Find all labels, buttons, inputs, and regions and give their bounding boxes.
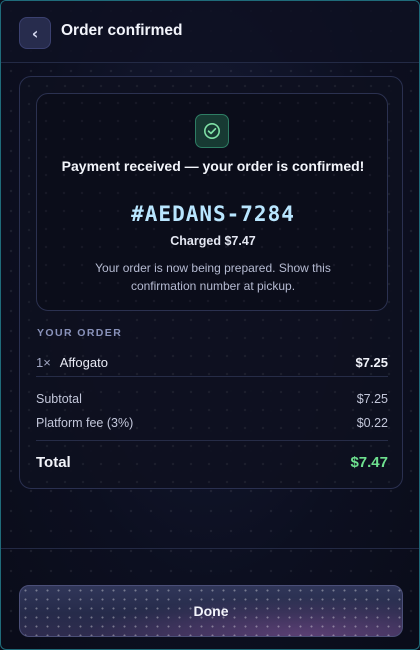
total-row: Total $7.47 xyxy=(36,451,388,473)
subtotal-label: Subtotal xyxy=(36,392,82,406)
fee-label: Platform fee (3%) xyxy=(36,416,134,430)
header-bar: ‹ Order confirmed xyxy=(1,1,419,63)
order-card: Payment received — your order is confirm… xyxy=(19,76,403,489)
subtotal-value: $7.25 xyxy=(356,392,388,406)
footer-divider xyxy=(1,548,419,549)
confirmation-title: Payment received — your order is confirm… xyxy=(61,158,365,174)
back-button[interactable]: ‹ xyxy=(19,17,51,49)
item-price: $7.25 xyxy=(355,354,388,370)
order-number: #AEDANS-7284 xyxy=(131,202,295,226)
done-button[interactable]: Done xyxy=(19,585,403,637)
charged-amount: Charged $7.47 xyxy=(170,234,256,248)
confirmation-panel: Payment received — your order is confirm… xyxy=(36,93,388,311)
fee-value: $0.22 xyxy=(356,416,388,430)
check-circle-icon xyxy=(195,114,229,148)
app-frame: ‹ Order confirmed Payment received — you… xyxy=(0,0,420,650)
divider xyxy=(36,440,388,441)
fee-row: Platform fee (3%) $0.22 xyxy=(36,414,388,432)
chevron-left-icon: ‹ xyxy=(31,23,39,43)
page-title: Order confirmed xyxy=(61,22,183,39)
item-name: Affogato xyxy=(59,354,108,370)
subtotal-row: Subtotal $7.25 xyxy=(36,390,388,408)
total-value: $7.47 xyxy=(350,453,388,471)
item-quantity: 1× xyxy=(36,354,51,370)
list-item: 1× Affogato $7.25 xyxy=(36,352,388,372)
section-label-your-order: YOUR ORDER xyxy=(37,327,123,339)
total-label: Total xyxy=(36,453,71,471)
confirmation-description: Your order is now being prepared. Show t… xyxy=(95,261,331,293)
divider xyxy=(36,376,388,377)
